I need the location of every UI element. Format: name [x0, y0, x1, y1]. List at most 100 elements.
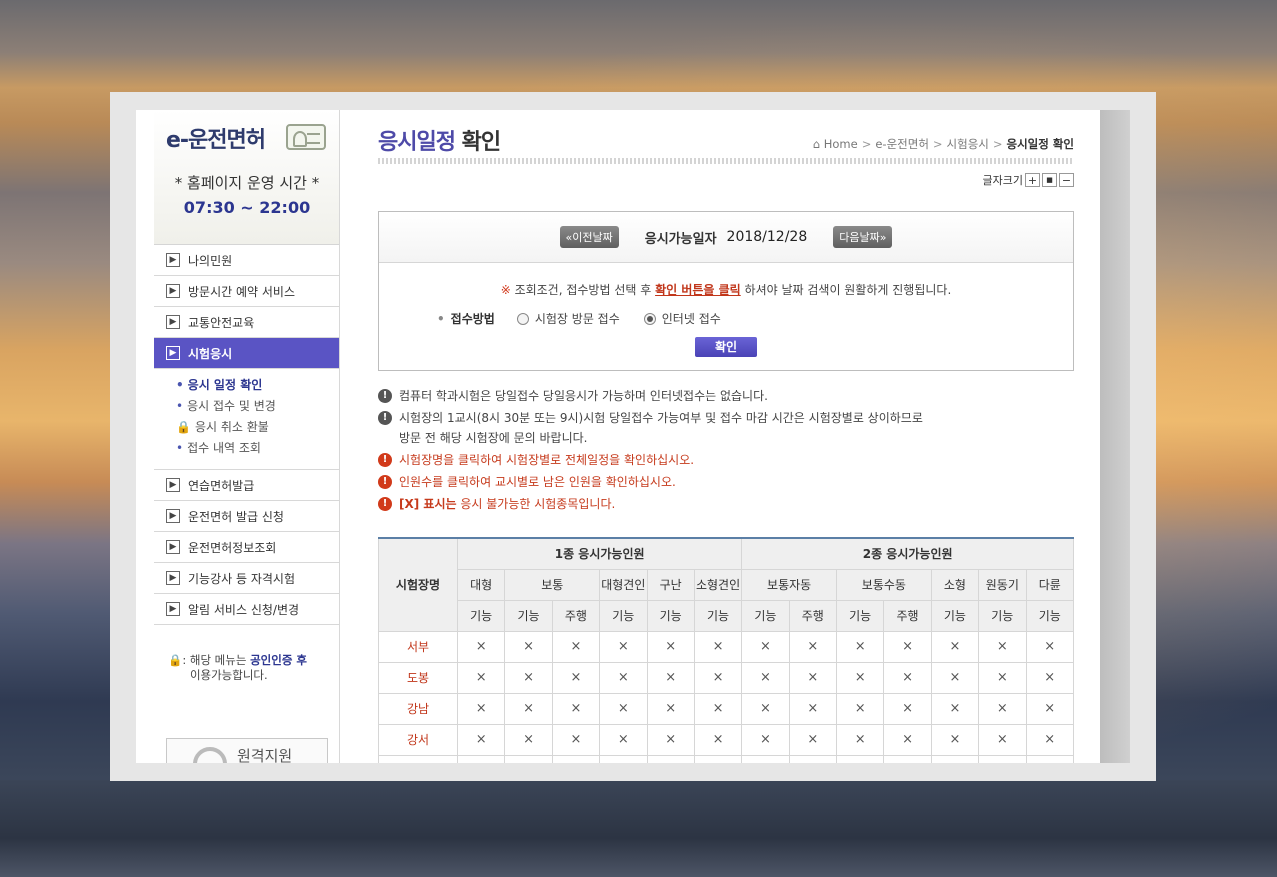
table-row: 강남 × × × × × × × × × × × × × [378, 692, 1074, 725]
center-name-link[interactable]: 도봉 [378, 661, 458, 694]
remote-support-icon [193, 747, 227, 763]
notice-mark-icon: ※ [500, 283, 511, 297]
chevron-right-icon: ▶ [166, 478, 180, 492]
sidebar-menu-item[interactable]: ▶ 연습면허발급 [154, 470, 339, 501]
breadcrumb-exam[interactable]: 시험응시 [947, 137, 989, 151]
availability-cell: × [1025, 630, 1074, 663]
test-type-header: 기능 [741, 599, 790, 632]
method-row: • 접수방법 시험장 방문 접수 인터넷 접수 [437, 310, 1073, 327]
center-name-link[interactable]: 강서 [378, 723, 458, 756]
availability-cell [930, 754, 980, 763]
sidebar-menu-item[interactable]: ▶ 알림 서비스 신청/변경 [154, 594, 339, 625]
availability-cell [978, 754, 1027, 763]
availability-cell [693, 754, 743, 763]
next-date-button[interactable]: 다음날짜» [833, 226, 893, 248]
sidebar-submenu-item[interactable]: • 접수 내역 조회 [176, 438, 339, 459]
info-item: ! 컴퓨터 학과시험은 당일접수 당일응시가 가능하며 인터넷접수는 없습니다. [378, 386, 1074, 406]
sidebar-menu-label: 교통안전교육 [188, 315, 255, 330]
prev-date-button[interactable]: «이전날짜 [559, 226, 619, 248]
availability-cell: × [930, 661, 980, 694]
sidebar-menu-item[interactable]: ▶ 방문시간 예약 서비스 [154, 276, 339, 307]
table-header-row: 기능 기능 주행 기능 기능 기능 기능 주행 기능 주행 기능 기능 기능 [379, 599, 1074, 632]
availability-cell: × [504, 630, 553, 663]
sidebar: e-운전면허 * 홈페이지 운영 시간 * 07:30 ~ 22:00 ▶ 나의민… [154, 110, 340, 763]
chevron-right-icon: ▶ [166, 540, 180, 554]
sidebar-menu-top: ▶ 나의민원 ▶ 방문시간 예약 서비스 ▶ 교통안전교육 ▶ 시험응시 [154, 245, 339, 369]
sidebar-menu-item[interactable]: ▶ 나의민원 [154, 245, 339, 276]
font-reset-button[interactable]: ■ [1042, 173, 1057, 187]
availability-cell: × [741, 630, 790, 663]
availability-cell: × [599, 723, 648, 756]
sidebar-menu-label: 나의민원 [188, 253, 233, 268]
availability-cell: × [646, 692, 695, 725]
id-card-icon [286, 124, 326, 150]
sidebar-submenu-item[interactable]: • 응시 접수 및 변경 [176, 396, 339, 417]
info-item: ! 시험장명을 클릭하여 시험장별로 전체일정을 확인하십시오. [378, 450, 1074, 470]
info-text: 응시 불가능한 시험종목입니다. [456, 497, 616, 511]
breadcrumb-home[interactable]: Home [824, 137, 858, 151]
sidebar-submenu-label: 접수 내역 조회 [187, 441, 261, 455]
sidebar-menu-item[interactable]: ▶ 시험응시 [154, 338, 339, 369]
test-type-header: 기능 [1025, 599, 1074, 632]
table-row: 강서 × × × × × × × × × × × × × [378, 723, 1074, 756]
method-visit-radio[interactable] [516, 312, 529, 325]
sidebar-menu-item[interactable]: ▶ 교통안전교육 [154, 307, 339, 338]
method-visit-label[interactable]: 시험장 방문 접수 [535, 310, 620, 327]
availability-cell: × [551, 692, 601, 725]
sidebar-menu-label: 운전면허 발급 신청 [188, 509, 284, 524]
scrollbar-track[interactable] [1100, 110, 1130, 763]
method-internet-radio[interactable] [643, 312, 656, 325]
sidebar-menu-label: 기능강사 등 자격시험 [188, 571, 295, 586]
font-increase-button[interactable]: + [1025, 173, 1040, 187]
availability-cell: × [930, 630, 980, 663]
availability-cell [741, 754, 790, 763]
availability-cell [599, 754, 648, 763]
sidebar-menu-item[interactable]: ▶ 운전면허정보조회 [154, 532, 339, 563]
font-decrease-button[interactable]: − [1059, 173, 1074, 187]
notice-text-after: 하셔야 날짜 검색이 원활하게 진행됩니다. [740, 283, 952, 297]
availability-cell: × [504, 723, 553, 756]
sidebar-submenu-item[interactable]: • 응시 일정 확인 [176, 375, 339, 396]
center-name-link[interactable]: 강남 [378, 692, 458, 725]
availability-cell [883, 754, 932, 763]
center-name-link[interactable]: 서부 [378, 630, 458, 663]
site-logo[interactable]: e-운전면허 [166, 122, 266, 154]
sidebar-submenu-label: 응시 접수 및 변경 [187, 399, 276, 413]
info-list: ! 컴퓨터 학과시험은 당일접수 당일응시가 가능하며 인터넷접수는 없습니다.!… [378, 386, 1074, 516]
info-text: 시험장명을 클릭하여 시험장별로 전체일정을 확인하십시오. [399, 453, 695, 467]
sidebar-submenu-label: 응시 취소 환불 [194, 420, 269, 434]
license-type-header: 대형 [456, 568, 506, 601]
search-panel: «이전날짜 응시가능일자 2018/12/28 다음날짜» ※ 조회조건, 접수… [378, 211, 1074, 371]
availability-cell: × [693, 723, 743, 756]
availability-cell: × [456, 723, 506, 756]
center-name-link[interactable] [378, 754, 458, 763]
sidebar-menu-item[interactable]: ▶ 기능강사 등 자격시험 [154, 563, 339, 594]
method-internet-label[interactable]: 인터넷 접수 [662, 310, 721, 327]
font-size-label: 글자크기 [982, 174, 1023, 187]
sidebar-menu-label: 알림 서비스 신청/변경 [188, 602, 300, 617]
title-divider [378, 158, 1074, 164]
availability-cell: × [835, 630, 885, 663]
sidebar-menu-item[interactable]: ▶ 운전면허 발급 신청 [154, 501, 339, 532]
table-row: 도봉 × × × × × × × × × × × × × [378, 661, 1074, 694]
certificate-note-suffix: 이용가능합니다. [189, 668, 268, 682]
info-text-block: [X] 표시는 응시 불가능한 시험종목입니다. [399, 494, 615, 514]
confirm-button[interactable]: 확인 [695, 337, 757, 357]
sidebar-submenu-item[interactable]: 🔒 응시 취소 환불 [176, 417, 339, 438]
group-header-class1: 1종 응시가능인원 [456, 537, 743, 570]
table-row [378, 754, 1074, 763]
remote-support-banner[interactable]: 원격지원 [166, 738, 328, 763]
page-title: 응시일정 확인 [378, 124, 501, 156]
home-icon[interactable]: ⌂ [813, 137, 820, 151]
chevron-right-icon: ▶ [166, 602, 180, 616]
chevron-right-icon: ▶ [166, 253, 180, 267]
license-type-header: 보통 [504, 568, 601, 601]
breadcrumb: ⌂ Home > e-운전면허 > 시험응시 > 응시일정 확인 [813, 136, 1074, 152]
availability-cell: × [978, 661, 1027, 694]
exclamation-icon: ! [378, 411, 392, 425]
info-item: ! 시험장의 1교시(8시 30분 또는 9시)시험 당일접수 가능여부 및 접수… [378, 408, 1074, 448]
breadcrumb-e-license[interactable]: e-운전면허 [875, 137, 929, 151]
availability-cell [1025, 754, 1074, 763]
bullet-icon: • [176, 441, 184, 455]
availability-cell: × [599, 692, 648, 725]
